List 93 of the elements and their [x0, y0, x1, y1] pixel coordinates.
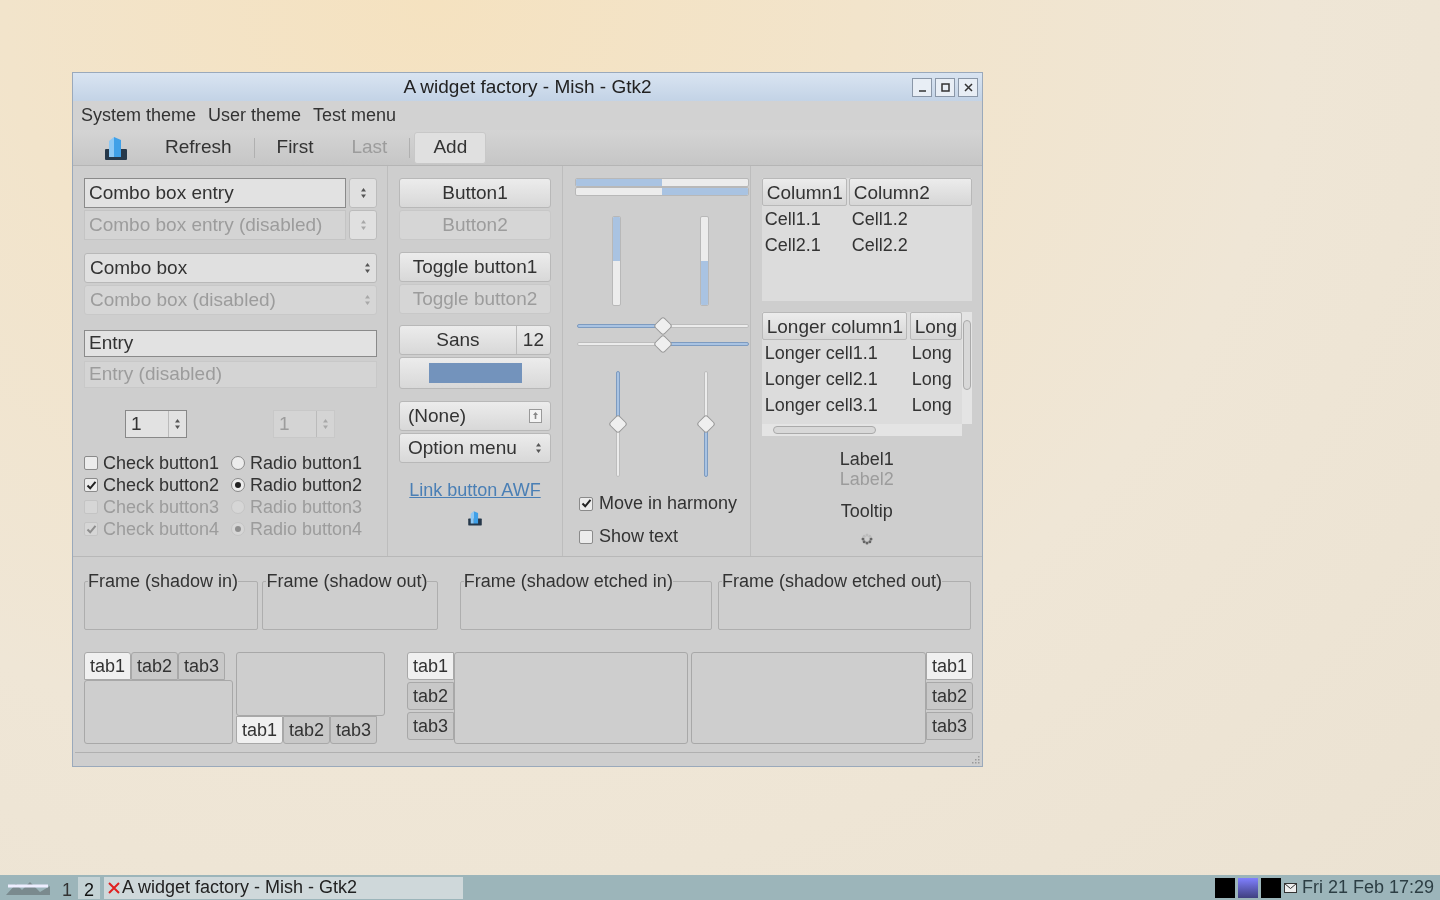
mail-icon: [1283, 882, 1297, 893]
checkbox-label: Check button2: [103, 473, 220, 497]
tab[interactable]: tab1: [925, 652, 973, 680]
column-header[interactable]: Column2: [848, 178, 972, 206]
table-cell-text: Cell1.2: [850, 207, 909, 231]
toolbar-button[interactable]: Refresh: [147, 131, 250, 164]
table-cell-text: Long: [910, 367, 953, 391]
clock: Fri 21 Feb 17:29: [1301, 876, 1434, 899]
up-down-arrows-icon: [359, 219, 367, 231]
resize-grip-icon: [971, 755, 980, 764]
checkbox[interactable]: [84, 456, 98, 470]
menu-item[interactable]: System theme: [75, 102, 203, 129]
toolbar-button[interactable]: First: [258, 131, 332, 164]
tooltip-label: Tooltip: [840, 500, 893, 523]
up-down-arrows-icon: [535, 442, 542, 454]
entry-field[interactable]: Entry: [84, 330, 377, 357]
up-down-arrows-icon: [364, 294, 371, 306]
cpu-monitor-icon: [1214, 877, 1235, 898]
maximize-button[interactable]: [935, 78, 955, 97]
column-header[interactable]: Longer column1: [761, 312, 907, 340]
checkbox[interactable]: [84, 478, 98, 492]
table-cell-text: Cell1.1: [763, 207, 822, 231]
memory-monitor-icon: [1260, 877, 1281, 898]
up-down-arrows-icon: [359, 187, 367, 199]
table-cell-text: Longer cell1.1: [763, 341, 879, 365]
radio-button[interactable]: [231, 478, 245, 492]
workspace-button[interactable]: 1: [56, 876, 78, 899]
checkbox[interactable]: [579, 529, 593, 544]
task-button[interactable]: A widget factory - Mish - Gtk2: [104, 876, 464, 899]
radio-label: Radio button1: [250, 451, 363, 475]
up-down-arrows-icon: [364, 262, 371, 274]
spinner-icon: [860, 533, 873, 545]
slider[interactable]: [577, 337, 749, 351]
toolbar-button[interactable]: Add: [414, 131, 487, 164]
table-cell-text: Longer cell3.1: [763, 393, 879, 417]
combo-box[interactable]: Combo box: [84, 253, 377, 283]
column-header[interactable]: Long: [909, 312, 962, 340]
app-icon: [103, 134, 129, 161]
file-icon: [529, 409, 542, 423]
combo-entry-field[interactable]: Combo box entry: [84, 178, 346, 208]
menu-item[interactable]: User theme: [202, 102, 308, 129]
checkbox-label: Check button1: [103, 451, 220, 475]
table-cell-text: Long: [910, 341, 953, 365]
radio-label: Radio button2: [250, 473, 363, 497]
up-down-arrows-icon: [322, 418, 329, 430]
tab[interactable]: tab1: [84, 652, 132, 680]
color-button[interactable]: [399, 357, 551, 389]
option-menu[interactable]: Option menu: [399, 433, 551, 463]
spin-button[interactable]: 1: [125, 410, 187, 438]
file-chooser-button[interactable]: (None): [399, 401, 551, 431]
up-down-arrows-icon: [174, 418, 181, 430]
close-icon: [963, 83, 973, 92]
font-button[interactable]: Sans 12: [399, 325, 551, 355]
tab[interactable]: tab3: [178, 652, 226, 680]
slider[interactable]: [577, 319, 749, 333]
checkbox-label: Move in harmony: [599, 492, 738, 515]
tab[interactable]: tab3: [407, 712, 455, 740]
toggle-button[interactable]: Toggle button1: [399, 252, 551, 282]
menu-item[interactable]: Test menu: [307, 102, 403, 129]
vertical-slider[interactable]: [699, 371, 713, 477]
dropdown-button[interactable]: [349, 178, 377, 208]
vertical-scrollbar[interactable]: [962, 312, 972, 424]
dropdown-button[interactable]: [349, 210, 377, 240]
horizontal-scrollbar[interactable]: [761, 424, 962, 436]
tab[interactable]: tab2: [283, 716, 331, 744]
maximize-icon: [940, 83, 950, 92]
app-icon: [467, 510, 483, 526]
table-cell-text: Cell2.1: [763, 233, 822, 257]
tab[interactable]: tab1: [236, 716, 284, 744]
vertical-slider[interactable]: [611, 371, 625, 477]
tab[interactable]: tab2: [407, 682, 455, 710]
window-title: A widget factory - Mish - Gtk2: [403, 74, 652, 99]
network-monitor-icon: [1237, 877, 1258, 898]
minimize-button[interactable]: [912, 78, 932, 97]
radio-button[interactable]: [231, 456, 245, 470]
tab[interactable]: tab2: [131, 652, 179, 680]
tab[interactable]: tab3: [330, 716, 378, 744]
label: Label1: [839, 449, 894, 469]
checkbox[interactable]: [579, 496, 593, 511]
workspace-button[interactable]: 2: [78, 876, 101, 899]
column-header[interactable]: Column1: [761, 178, 847, 206]
tab[interactable]: tab1: [407, 652, 455, 680]
table-cell-text: Long: [910, 393, 953, 417]
tab[interactable]: tab2: [925, 682, 973, 710]
close-button[interactable]: [958, 78, 978, 97]
table-cell-text: Cell2.2: [850, 233, 909, 257]
mountain-logo-icon: [4, 879, 52, 896]
tab[interactable]: tab3: [925, 712, 973, 740]
push-button[interactable]: Button1: [399, 178, 551, 208]
close-icon: [108, 881, 121, 894]
checkbox-label: Show text: [599, 525, 679, 548]
minimize-icon: [917, 89, 927, 92]
table-cell-text: Longer cell2.1: [763, 367, 879, 391]
